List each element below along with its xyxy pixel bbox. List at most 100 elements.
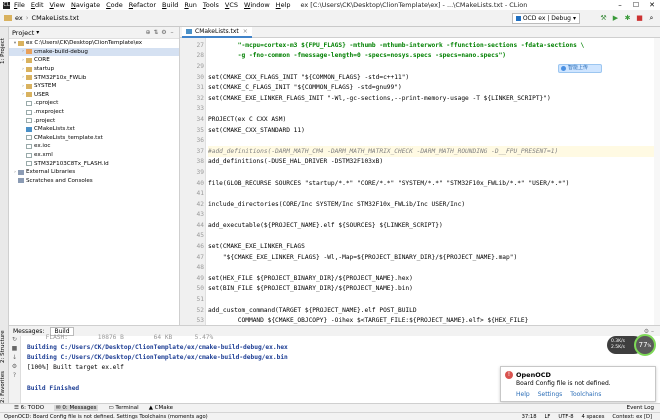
- project-panel-title[interactable]: Project: [12, 29, 34, 37]
- code-editor[interactable]: 27 "-mcpu=cortex-m3 ${FPU_FLAGS} -mthumb…: [180, 38, 660, 325]
- code-line[interactable]: 49 set(HEX_FILE ${PROJECT_BINARY_DIR}/${P…: [197, 273, 660, 284]
- menu-item-file[interactable]: File: [14, 1, 25, 9]
- minimize-icon[interactable]: –: [612, 0, 628, 10]
- code-line[interactable]: 36: [197, 135, 660, 146]
- menu-item-run[interactable]: Run: [184, 1, 196, 9]
- menu-item-code[interactable]: Code: [106, 1, 123, 9]
- tab-terminal[interactable]: ▭ Terminal: [108, 405, 138, 411]
- code-line[interactable]: 44 add_executable(${PROJECT_NAME}.elf ${S…: [197, 220, 660, 231]
- context-selector[interactable]: Context: ex [D]: [612, 414, 652, 420]
- event-log-button[interactable]: Event Log: [627, 405, 654, 411]
- locate-icon[interactable]: ⊕: [144, 29, 152, 36]
- tree-item[interactable]: › External Libraries: [9, 168, 179, 177]
- breadcrumb-file[interactable]: CMakeLists.txt: [32, 14, 79, 22]
- rerun-icon[interactable]: ↻: [9, 336, 20, 345]
- run-config-dropdown[interactable]: OCD ex | Debug ▾: [511, 13, 580, 24]
- hide-icon[interactable]: –: [168, 29, 176, 36]
- tree-item[interactable]: .mxproject: [9, 108, 179, 117]
- code-line[interactable]: 42 include_directories(CORE/Inc SYSTEM/In…: [197, 199, 660, 210]
- code-line[interactable]: 34 PROJECT(ex C CXX ASM): [197, 114, 660, 125]
- menu-item-tools[interactable]: Tools: [203, 1, 219, 9]
- code-line[interactable]: 38 add_definitions(-DUSE_HAL_DRIVER -DSTM…: [197, 157, 660, 168]
- code-line[interactable]: 43: [197, 210, 660, 221]
- code-line[interactable]: 45: [197, 231, 660, 242]
- tree-item[interactable]: › USER: [9, 91, 179, 100]
- stop-icon[interactable]: ■: [9, 345, 20, 354]
- menu-item-vcs[interactable]: VCS: [225, 1, 238, 9]
- tree-item[interactable]: ex.ioc: [9, 142, 179, 151]
- menu-item-edit[interactable]: Edit: [31, 1, 44, 9]
- tree-item[interactable]: Scratches and Consoles: [9, 177, 179, 186]
- tree-item[interactable]: › SYSTEM: [9, 82, 179, 91]
- code-line[interactable]: 27 "-mcpu=cortex-m3 ${FPU_FLAGS} -mthumb…: [197, 40, 660, 51]
- code-line[interactable]: 30 set(CMAKE_CXX_FLAGS_INIT "${COMMON_FLA…: [197, 72, 660, 83]
- code-line[interactable]: 37 #add_definitions(-DARM_MATH_CM4 -DARM_…: [197, 145, 660, 157]
- close-tab-icon[interactable]: ×: [243, 28, 248, 35]
- tree-item[interactable]: ▾ ex C:\Users\CK\Desktop\ClionTemplate\ex: [9, 39, 179, 48]
- tree-item[interactable]: CMakeLists_template.txt: [9, 134, 179, 143]
- tree-item[interactable]: .project: [9, 116, 179, 125]
- help-link[interactable]: Help: [516, 391, 530, 398]
- chevron-down-icon[interactable]: ▾: [36, 29, 39, 36]
- tab-cmake[interactable]: ▲ CMake: [149, 405, 173, 411]
- tab-messages[interactable]: ✉ 0: Messages: [54, 405, 99, 411]
- tree-item[interactable]: ex.xml: [9, 151, 179, 160]
- tree-item[interactable]: CMakeLists.txt: [9, 125, 179, 134]
- status-message[interactable]: OpenOCD: Board Config file is not define…: [4, 414, 208, 420]
- line-separator[interactable]: LF: [545, 414, 551, 420]
- tree-item[interactable]: STM32F103C8Tx_FLASH.ld: [9, 159, 179, 168]
- tree-item[interactable]: › STM32F10x_FWLib: [9, 73, 179, 82]
- run-icon[interactable]: ▶: [611, 13, 620, 23]
- menu-item-view[interactable]: View: [50, 1, 65, 9]
- tab-todo[interactable]: ☰ 6: TODO: [14, 405, 44, 411]
- code-line[interactable]: 53 COMMAND ${CMAKE_OBJCOPY} -Oihex $<TAR…: [197, 315, 660, 325]
- scroll-down-icon[interactable]: ↓: [9, 354, 20, 363]
- menu-item-refactor[interactable]: Refactor: [129, 1, 156, 9]
- collapse-icon[interactable]: ⇅: [152, 29, 160, 36]
- code-line[interactable]: 46 set(CMAKE_EXE_LINKER_FLAGS: [197, 241, 660, 252]
- debug-icon[interactable]: ✱: [623, 13, 632, 23]
- code-line[interactable]: 31 set(CMAKE_C_FLAGS_INIT "${COMMON_FLAGS…: [197, 82, 660, 93]
- code-line[interactable]: 48: [197, 262, 660, 273]
- file-encoding[interactable]: UTF-8: [558, 414, 573, 420]
- tree-item[interactable]: › CORE: [9, 56, 179, 65]
- code-line[interactable]: 50 set(BIN_FILE ${PROJECT_BINARY_DIR}/${P…: [197, 284, 660, 295]
- search-icon[interactable]: ⌕: [647, 13, 656, 23]
- build-icon[interactable]: ⚒: [599, 13, 608, 23]
- gear-icon[interactable]: ⚙: [160, 29, 168, 36]
- code-line[interactable]: 52 add_custom_command(TARGET ${PROJECT_NA…: [197, 305, 660, 316]
- tree-item[interactable]: › startup: [9, 65, 179, 74]
- help-icon[interactable]: ?: [9, 372, 20, 381]
- menu-item-build[interactable]: Build: [162, 1, 178, 9]
- caret-position[interactable]: 37:18: [522, 414, 537, 420]
- code-line[interactable]: 47 "${CMAKE_EXE_LINKER_FLAGS} -Wl,-Map=$…: [197, 252, 660, 263]
- menu-item-help[interactable]: Help: [276, 1, 291, 9]
- code-line[interactable]: 39: [197, 167, 660, 178]
- floating-upload-badge[interactable]: 智能上传: [558, 64, 602, 73]
- code-line[interactable]: 40 file(GLOB_RECURSE SOURCES "startup/*.*…: [197, 178, 660, 189]
- code-content[interactable]: 27 "-mcpu=cortex-m3 ${FPU_FLAGS} -mthumb…: [197, 40, 660, 325]
- code-line[interactable]: 35 set(CMAKE_CXX_STANDARD 11): [197, 125, 660, 136]
- tree-item[interactable]: › cmake-build-debug: [9, 47, 179, 57]
- network-gauge-widget[interactable]: 0.3K/s 2.5K/s 77%: [607, 334, 657, 356]
- tab-cmakelists[interactable]: CMakeLists.txt ×: [182, 27, 252, 38]
- code-line[interactable]: 33: [197, 104, 660, 115]
- tab-project[interactable]: 1: Project: [0, 31, 9, 71]
- stop-icon[interactable]: ■: [635, 13, 644, 23]
- indent-setting[interactable]: 4 spaces: [582, 414, 605, 420]
- editor-scrollbar[interactable]: [654, 38, 660, 325]
- close-icon[interactable]: ✕: [644, 0, 660, 10]
- gear-icon[interactable]: ⚙: [9, 363, 20, 372]
- settings-link[interactable]: Settings: [538, 391, 563, 398]
- toolchains-link[interactable]: Toolchains: [570, 391, 601, 398]
- maximize-icon[interactable]: ☐: [628, 0, 644, 10]
- code-line[interactable]: 51: [197, 294, 660, 305]
- menu-item-navigate[interactable]: Navigate: [71, 1, 100, 9]
- code-line[interactable]: 28 -g -fno-common -fmessage-length=0 -sp…: [197, 51, 660, 62]
- code-line[interactable]: 32 set(CMAKE_EXE_LINKER_FLAGS_INIT "-Wl,-…: [197, 93, 660, 104]
- tree-item[interactable]: .cproject: [9, 99, 179, 108]
- tab-structure[interactable]: 2: Structure: [0, 325, 9, 363]
- breadcrumb-project[interactable]: ex: [15, 14, 23, 22]
- code-line[interactable]: 41: [197, 188, 660, 199]
- tab-favorites[interactable]: 2: Favorites: [0, 365, 9, 403]
